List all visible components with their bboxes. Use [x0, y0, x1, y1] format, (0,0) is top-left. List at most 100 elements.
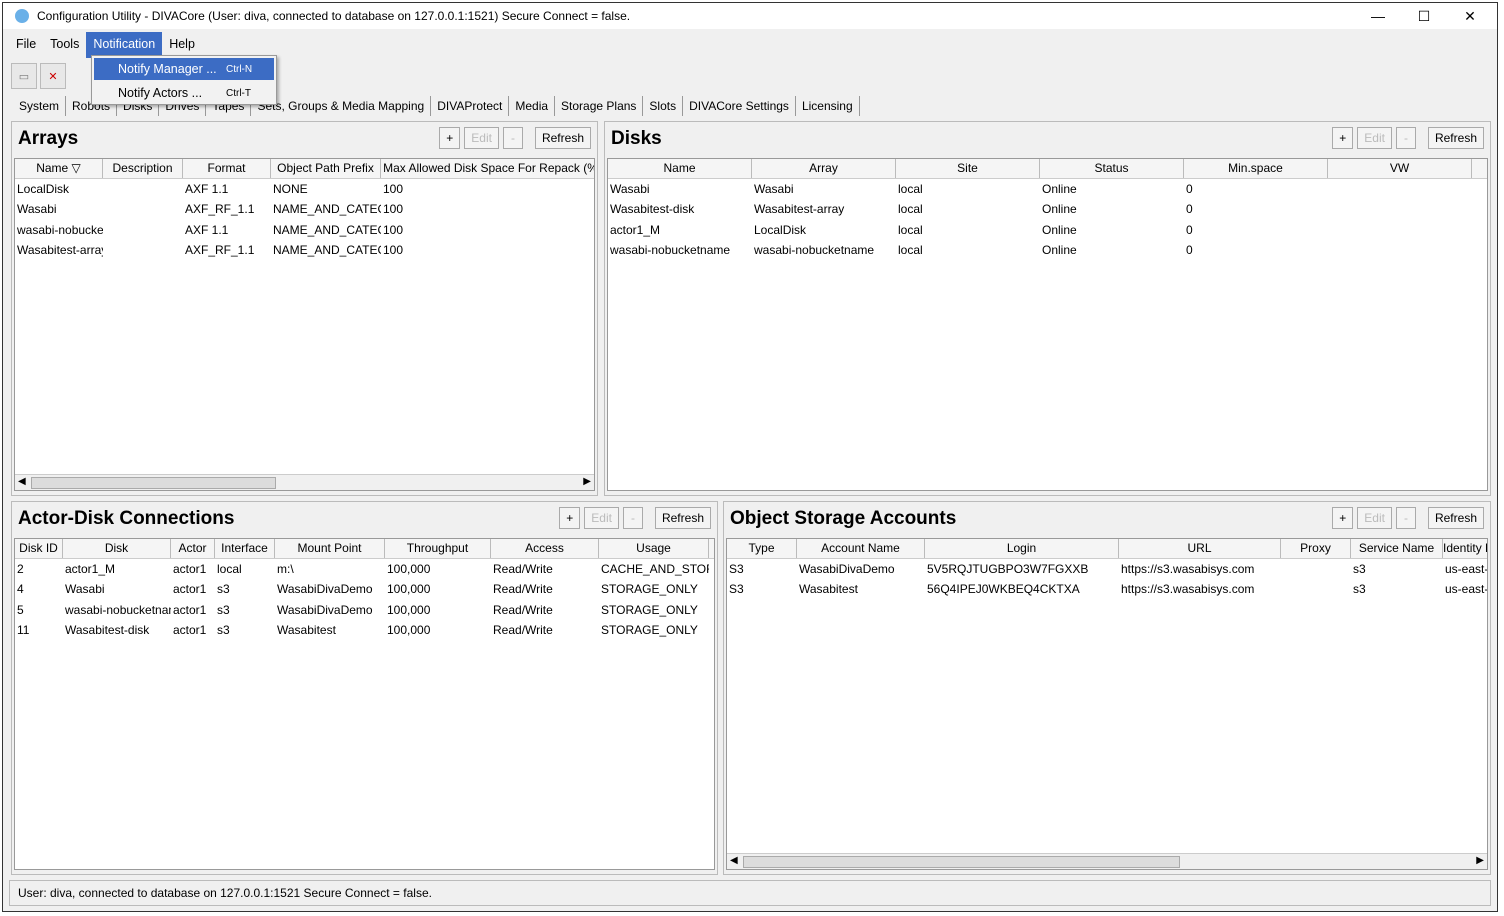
remove-button[interactable]: - [502, 127, 523, 149]
refresh-button[interactable]: Refresh [1427, 507, 1484, 529]
tab-sets-groups-media-mapping[interactable]: Sets, Groups & Media Mapping [251, 96, 432, 116]
add-button[interactable]: + [1332, 507, 1354, 529]
table-cell: AXF_RF_1.1 [185, 202, 255, 217]
table-row[interactable]: Wasabitest-disk Wasabitest-array local Onli… [608, 199, 1487, 219]
close-button[interactable]: ✕ [1447, 3, 1493, 29]
column-header[interactable]: Type [727, 539, 797, 558]
column-header[interactable]: Min.space [1184, 159, 1328, 178]
horizontal-scrollbar[interactable]: ◀ ▶ [15, 474, 594, 490]
table-header: Disk ID Disk Actor Interface Mount Point Thro… [15, 539, 714, 559]
table-row[interactable]: wasabi-nobucketname AXF 1.1 NAME_AND_CATEG… [15, 220, 594, 240]
remove-button[interactable]: - [1395, 127, 1416, 149]
table-row[interactable]: S3 Wasabitest 56Q4IPEJ0WKBEQ4CKTXA https://… [727, 579, 1487, 599]
edit-button[interactable]: Edit [1357, 507, 1392, 529]
table-cell: https://s3.wasabisys.com [1121, 562, 1255, 576]
notify-actors-item[interactable]: Notify Actors ... Ctrl-T [94, 82, 274, 104]
table-cell: Wasabitest-array [754, 202, 845, 217]
disconnect-icon[interactable]: ✕ [40, 63, 66, 89]
table-cell: 11 [17, 623, 30, 638]
table-row[interactable]: 5 wasabi-nobucketnameactor1 s3 WasabiDivaDe… [15, 600, 714, 620]
table-row[interactable]: wasabi-nobucketname wasabi-nobucketname lo… [608, 240, 1487, 260]
minimize-button[interactable]: — [1355, 3, 1401, 29]
tab-storage-plans[interactable]: Storage Plans [555, 96, 644, 116]
table-cell: 2 [17, 562, 24, 576]
horizontal-scrollbar[interactable]: ◀ ▶ [727, 853, 1487, 869]
table-cell: actor1 [173, 582, 207, 597]
edit-button[interactable]: Edit [584, 507, 619, 529]
refresh-button[interactable]: Refresh [654, 507, 711, 529]
table-row[interactable]: 4 Wasabi actor1 s3 WasabiDivaDemo 100,000 Read… [15, 579, 714, 599]
column-header[interactable]: URL [1119, 539, 1281, 558]
column-header[interactable]: Site [896, 159, 1040, 178]
table-row[interactable]: 11 Wasabitest-disk actor1 s3 Wasabitest 100,0… [15, 620, 714, 640]
connect-icon[interactable]: ▭ [11, 63, 37, 89]
column-header[interactable]: Account Name [797, 539, 925, 558]
table-cell: m:\ [277, 562, 294, 576]
tab-slots[interactable]: Slots [643, 96, 684, 116]
column-header[interactable]: Max Allowed Disk Space For Repack (% [381, 159, 594, 178]
table-cell: NAME_AND_CATEG [273, 243, 381, 258]
remove-button[interactable]: - [622, 507, 643, 529]
table-cell: Wasabitest-array [17, 243, 103, 258]
table-cell: Online [1042, 202, 1077, 217]
table-row[interactable]: actor1_M LocalDisk local Online 0 [608, 220, 1487, 240]
add-button[interactable]: + [559, 507, 581, 529]
table-cell: S3 [729, 562, 744, 576]
add-button[interactable]: + [1332, 127, 1354, 149]
column-header[interactable]: Interface [215, 539, 275, 558]
remove-button[interactable]: - [1395, 507, 1416, 529]
arrays-panel: Arrays + Edit - Refresh Name ▽ Description Fo… [11, 121, 598, 496]
menu-file[interactable]: File [9, 32, 43, 58]
column-header[interactable]: Actor [171, 539, 215, 558]
notify-manager-item[interactable]: Notify Manager ... Ctrl-N [94, 58, 274, 80]
refresh-button[interactable]: Refresh [1427, 127, 1484, 149]
table-cell: actor1_M [610, 222, 661, 237]
tab-media[interactable]: Media [509, 96, 556, 116]
edit-button[interactable]: Edit [1357, 127, 1392, 149]
table-row[interactable]: Wasabitest-array AXF_RF_1.1 NAME_AND_CATEG… [15, 240, 594, 260]
add-button[interactable]: + [439, 127, 461, 149]
column-header[interactable]: Array [752, 159, 896, 178]
column-header[interactable]: Throughput [385, 539, 491, 558]
table-cell: Online [1042, 182, 1077, 196]
refresh-button[interactable]: Refresh [534, 127, 591, 149]
column-header[interactable]: Status [1040, 159, 1184, 178]
column-header[interactable]: VW [1328, 159, 1472, 178]
table-cell: us-east-1 [1445, 582, 1488, 597]
column-header[interactable]: Login [925, 539, 1119, 558]
column-header[interactable]: Name [608, 159, 752, 178]
column-header[interactable]: Access [491, 539, 599, 558]
table-header: Name Array Site Status Min.space VW [608, 159, 1487, 179]
tab-divacore-settings[interactable]: DIVACore Settings [683, 96, 796, 116]
table-row[interactable]: LocalDisk AXF 1.1 NONE 100 [15, 179, 594, 199]
table-row[interactable]: S3 WasabiDivaDemo 5V5RQJTUGBPO3W7FGXXB http… [727, 559, 1487, 579]
table-cell: s3 [217, 602, 230, 617]
column-header[interactable]: Service Name [1351, 539, 1443, 558]
table-cell: Wasabitest [799, 582, 858, 597]
column-header[interactable]: Mount Point [275, 539, 385, 558]
column-header[interactable]: Name ▽ [15, 159, 103, 178]
maximize-button[interactable]: ☐ [1401, 3, 1447, 29]
table-row[interactable]: 2 actor1_M actor1 local m:\ 100,000 Read/Write… [15, 559, 714, 579]
menu-item-label: Notify Manager ... [118, 62, 217, 76]
table-cell: AXF 1.1 [185, 182, 229, 196]
table-row[interactable]: Wasabi Wasabi local Online 0 [608, 179, 1487, 199]
tab-licensing[interactable]: Licensing [796, 96, 860, 116]
table-cell: S3 [729, 582, 744, 597]
column-header[interactable]: Proxy [1281, 539, 1351, 558]
column-header[interactable]: Identity D [1443, 539, 1487, 558]
tab-system[interactable]: System [13, 96, 67, 116]
column-header[interactable]: Disk ID [15, 539, 63, 558]
column-header[interactable]: Format [183, 159, 271, 178]
tab-divaprotect[interactable]: DIVAProtect [431, 96, 510, 116]
table-row[interactable]: Wasabi AXF_RF_1.1 NAME_AND_CATEG 100 [15, 199, 594, 219]
column-header[interactable]: Object Path Prefix [271, 159, 381, 178]
table-cell: wasabi-nobucketname [17, 222, 103, 237]
menu-tools[interactable]: Tools [43, 32, 86, 58]
object-storage-table: Type Account Name Login URL Proxy Service Nam… [726, 538, 1488, 870]
edit-button[interactable]: Edit [464, 127, 499, 149]
column-header[interactable]: Usage [599, 539, 709, 558]
column-header[interactable]: Description [103, 159, 183, 178]
table-cell: actor1 [173, 623, 207, 638]
column-header[interactable]: Disk [63, 539, 171, 558]
